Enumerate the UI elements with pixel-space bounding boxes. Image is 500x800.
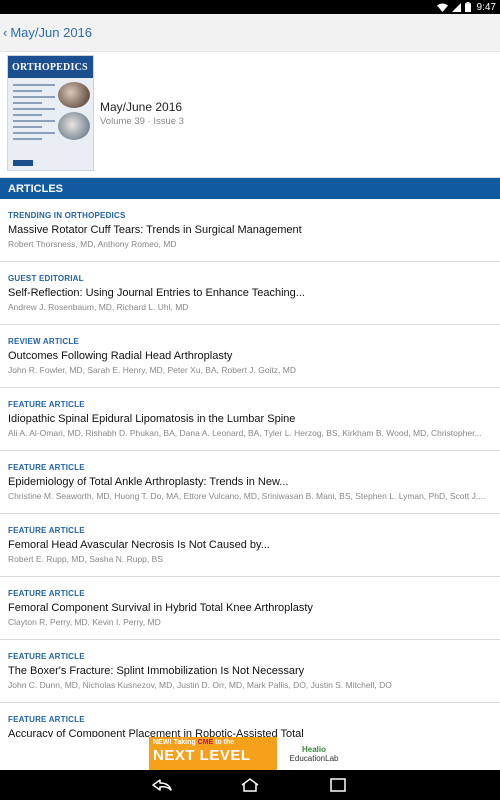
chevron-left-icon: ‹ xyxy=(3,25,8,40)
cover-photo-1 xyxy=(58,82,90,108)
list-item[interactable]: TRENDING IN ORTHOPEDICS Massive Rotator … xyxy=(0,199,500,262)
article-title: Accuracy of Component Placement in Robot… xyxy=(8,728,304,737)
article-authors: John R. Fowler, MD, Sarah E. Henry, MD, … xyxy=(8,365,296,375)
back-nav-icon[interactable] xyxy=(148,775,176,795)
system-nav-bar xyxy=(0,770,500,800)
list-item[interactable]: GUEST EDITORIAL Self-Reflection: Using J… xyxy=(0,262,500,325)
ad-line1: NEW! Taking CME to the xyxy=(153,739,273,746)
ad-brand: Healio xyxy=(301,744,326,754)
article-category: FEATURE ARTICLE xyxy=(8,400,85,409)
article-category: GUEST EDITORIAL xyxy=(8,274,84,283)
article-category: FEATURE ARTICLE xyxy=(8,526,85,535)
article-authors: Christine M. Seaworth, MD, Huong T. Do, … xyxy=(8,491,486,501)
article-title: Epidemiology of Total Ankle Arthroplasty… xyxy=(8,476,289,488)
article-authors: Ali A. Al-Omari, MD, Rishabh D. Phukan, … xyxy=(8,428,482,438)
article-category: FEATURE ARTICLE xyxy=(8,589,85,598)
article-list[interactable]: TRENDING IN ORTHOPEDICS Massive Rotator … xyxy=(0,199,500,737)
article-category: TRENDING IN ORTHOPEDICS xyxy=(8,211,126,220)
ad-line1-highlight: CME xyxy=(197,739,214,746)
issue-cover-image[interactable]: ORTHOPEDICS xyxy=(7,55,94,171)
signal-icon xyxy=(451,2,461,12)
article-title: Outcomes Following Radial Head Arthropla… xyxy=(8,350,233,362)
cover-logo: ORTHOPEDICS xyxy=(12,62,88,73)
article-title: Idiopathic Spinal Epidural Lipomatosis i… xyxy=(8,413,296,425)
article-title: Massive Rotator Cuff Tears: Trends in Su… xyxy=(8,224,302,236)
back-button[interactable]: ‹ May/Jun 2016 xyxy=(3,25,92,40)
wifi-icon xyxy=(436,3,448,12)
list-item[interactable]: FEATURE ARTICLE Femoral Component Surviv… xyxy=(0,577,500,640)
list-item[interactable]: FEATURE ARTICLE The Boxer's Fracture: Sp… xyxy=(0,640,500,703)
article-authors: Robert E. Rupp, MD, Sasha N. Rupp, BS xyxy=(8,554,163,564)
article-authors: Andrew J. Rosenbaum, MD, Richard L. Uhl,… xyxy=(8,302,189,312)
article-title: The Boxer's Fracture: Splint Immobilizat… xyxy=(8,665,305,677)
article-category: FEATURE ARTICLE xyxy=(8,652,85,661)
article-authors: Robert Thorsness, MD, Anthony Romeo, MD xyxy=(8,239,177,249)
cover-footer xyxy=(13,160,33,166)
cover-text-lines xyxy=(13,84,55,144)
ad-left-panel: NEW! Taking CME to the NEXT LEVEL xyxy=(149,737,277,770)
article-category: FEATURE ARTICLE xyxy=(8,463,85,472)
issue-header: ORTHOPEDICS May/June 2016 Volume 39 · Is… xyxy=(0,52,500,178)
ad-headline: NEXT LEVEL xyxy=(153,747,251,764)
cover-photo-2 xyxy=(58,112,90,140)
article-authors: Clayton R. Perry, MD, Kevin I. Perry, MD xyxy=(8,617,161,627)
ad-line1-suffix: to the xyxy=(213,739,235,746)
status-time: 9:47 xyxy=(476,1,496,13)
recents-nav-icon[interactable] xyxy=(324,775,352,795)
article-category: FEATURE ARTICLE xyxy=(8,715,85,724)
issue-title: May/June 2016 xyxy=(100,100,183,114)
article-title: Femoral Head Avascular Necrosis Is Not C… xyxy=(8,539,270,551)
article-authors: John C. Dunn, MD, Nicholas Kusnezov, MD,… xyxy=(8,680,392,690)
ad-line1-prefix: NEW! Taking xyxy=(153,739,198,746)
status-bar: 9:47 xyxy=(0,0,500,14)
list-item[interactable]: FEATURE ARTICLE Accuracy of Component Pl… xyxy=(0,703,500,737)
article-title: Self-Reflection: Using Journal Entries t… xyxy=(8,287,305,299)
list-item[interactable]: FEATURE ARTICLE Epidemiology of Total An… xyxy=(0,451,500,514)
ad-right-panel: Healio EducationLab xyxy=(277,737,351,770)
back-label: May/Jun 2016 xyxy=(10,25,93,40)
ad-brand-sub: EducationLab xyxy=(289,753,339,763)
battery-icon xyxy=(464,2,471,12)
ad-banner[interactable]: NEW! Taking CME to the NEXT LEVEL Healio… xyxy=(149,737,351,770)
list-item[interactable]: FEATURE ARTICLE Femoral Head Avascular N… xyxy=(0,514,500,577)
article-title: Femoral Component Survival in Hybrid Tot… xyxy=(8,602,313,614)
list-item[interactable]: FEATURE ARTICLE Idiopathic Spinal Epidur… xyxy=(0,388,500,451)
article-category: REVIEW ARTICLE xyxy=(8,337,79,346)
app-bar: ‹ May/Jun 2016 xyxy=(0,14,500,52)
section-header-articles: ARTICLES xyxy=(0,178,500,199)
list-item[interactable]: REVIEW ARTICLE Outcomes Following Radial… xyxy=(0,325,500,388)
home-nav-icon[interactable] xyxy=(236,775,264,795)
issue-subtitle: Volume 39 · Issue 3 xyxy=(100,116,184,127)
